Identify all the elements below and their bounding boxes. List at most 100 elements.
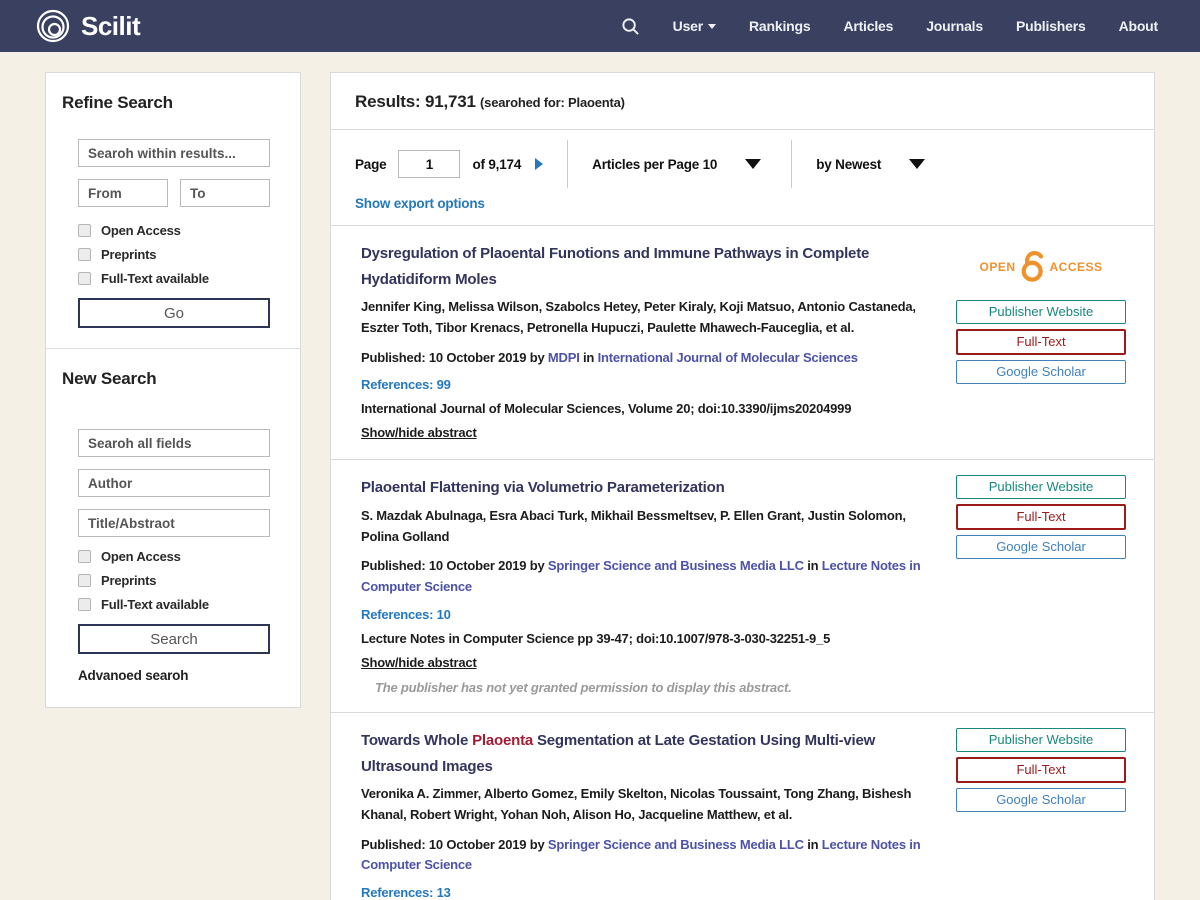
preprints-checkbox[interactable] [78,574,91,587]
refine-open-access-checkbox-row[interactable]: Open Access [78,223,300,238]
brand-name: Scilit [81,11,140,42]
preprints-label: Preprints [101,247,156,262]
publisher-link[interactable]: MDPI [548,350,580,365]
publisher-website-button[interactable]: Publisher Website [956,475,1126,499]
publisher-website-button[interactable]: Publisher Website [956,728,1126,752]
search-term-highlight: Plaoenta [472,732,533,749]
published-prefix: Published: 10 October 2019 by [361,837,548,852]
preprints-checkbox[interactable] [78,248,91,261]
journal-link[interactable]: International Journal of Molecular Scien… [598,350,858,365]
result-item: Plaoental Flattening via Volumetrio Para… [331,460,1154,713]
article-published-line: Published: 10 October 2019 by Springer S… [361,835,936,877]
nav-journals[interactable]: Journals [926,18,983,34]
page: Scilit User Rankings Articles Journals P… [0,0,1200,900]
title-text: Dysregulation of Plaoental Funotions and… [361,245,869,288]
year-from-input[interactable] [78,179,168,207]
nav-user[interactable]: User [673,18,716,34]
go-button[interactable]: Go [78,298,270,328]
author-input[interactable] [78,469,270,497]
title-text: Towards Whole [361,732,472,749]
article-published-line: Published: 10 October 2019 by Springer S… [361,556,936,598]
publisher-link[interactable]: Springer Science and Business Media LLC [548,837,804,852]
pagination-group: Page of 9,174 [355,140,568,188]
open-access-open-text: OPEN [979,260,1015,274]
open-access-badge: OPEN ACCESS [956,251,1126,283]
article-published-line: Published: 10 October 2019 by MDPI in In… [361,348,936,369]
search-within-results-input[interactable] [78,139,270,167]
publisher-website-button[interactable]: Publisher Website [956,300,1126,324]
fulltext-available-checkbox[interactable] [78,272,91,285]
per-page-dropdown-icon[interactable] [745,159,761,169]
fulltext-available-label: Full-Text available [101,597,209,612]
nav-about[interactable]: About [1119,18,1158,34]
nav-articles[interactable]: Articles [843,18,893,34]
open-lock-icon [1019,251,1047,283]
advanced-search-link[interactable]: Advanoed searoh [78,668,270,683]
search-sidebar: Refine Search Open Access Preprints [45,72,301,708]
abstract-permission-note: The publisher has not yet granted permis… [375,680,936,695]
article-title[interactable]: Dysregulation of Plaoental Funotions and… [361,241,936,292]
scilit-logo[interactable]: Scilit [34,7,140,45]
result-item: Dysregulation of Plaoental Funotions and… [331,226,1154,460]
fulltext-available-label: Full-Text available [101,271,209,286]
search-icon[interactable] [621,17,640,36]
show-hide-abstract-toggle[interactable]: Show/hide abstract [361,655,477,670]
references-link[interactable]: References: 10 [361,607,936,622]
refine-preprints-checkbox-row[interactable]: Preprints [78,247,300,262]
refine-search-section: Refine Search Open Access Preprints [46,93,300,349]
sidebar-divider [46,348,300,349]
full-text-button[interactable]: Full-Text [956,757,1126,783]
next-page-icon[interactable] [535,158,543,170]
nav-user-label: User [673,18,703,34]
published-prefix: Published: 10 October 2019 by [361,558,548,573]
nav-publishers[interactable]: Publishers [1016,18,1086,34]
in-word: in [804,837,822,852]
full-text-button[interactable]: Full-Text [956,329,1126,355]
sort-dropdown-icon[interactable] [909,159,925,169]
open-access-label: Open Access [101,549,181,564]
new-open-access-checkbox-row[interactable]: Open Access [78,549,300,564]
full-text-button[interactable]: Full-Text [956,504,1126,530]
new-preprints-checkbox-row[interactable]: Preprints [78,573,300,588]
result-item: Towards Whole Plaoenta Segmentation at L… [331,713,1154,900]
article-title[interactable]: Towards Whole Plaoenta Segmentation at L… [361,728,936,779]
article-authors: S. Mazdak Abulnaga, Esra Abaci Turk, Mik… [361,506,936,548]
article-title[interactable]: Plaoental Flattening via Volumetrio Para… [361,475,936,501]
title-abstract-input[interactable] [78,509,270,537]
article-citation: International Journal of Molecular Scien… [361,401,936,416]
year-to-input[interactable] [180,179,270,207]
fulltext-available-checkbox[interactable] [78,598,91,611]
per-page-label: Articles per Page 10 [592,157,717,172]
search-all-fields-input[interactable] [78,429,270,457]
show-export-options-link[interactable]: Show export options [355,196,485,211]
new-search-title: New Search [62,369,284,389]
results-panel: Results: 91,731 (searohed for: Plaoenta)… [330,72,1155,900]
top-navbar: Scilit User Rankings Articles Journals P… [0,0,1200,52]
open-access-checkbox[interactable] [78,550,91,563]
google-scholar-button[interactable]: Google Scholar [956,360,1126,384]
article-citation: Lecture Notes in Computer Science pp 39-… [361,631,936,646]
nav-rankings[interactable]: Rankings [749,18,810,34]
main-nav: User Rankings Articles Journals Publishe… [621,17,1158,36]
references-link[interactable]: References: 99 [361,377,936,392]
sort-group[interactable]: by Newest [792,140,925,188]
in-word: in [804,558,822,573]
page-number-input[interactable] [398,150,460,178]
publisher-link[interactable]: Springer Science and Business Media LLC [548,558,804,573]
sort-label: by Newest [816,157,881,172]
references-link[interactable]: References: 13 [361,885,936,900]
page-total-label: of 9,174 [472,157,521,172]
in-word: in [580,350,598,365]
show-hide-abstract-toggle[interactable]: Show/hide abstract [361,425,477,440]
open-access-checkbox[interactable] [78,224,91,237]
search-button[interactable]: Search [78,624,270,654]
google-scholar-button[interactable]: Google Scholar [956,535,1126,559]
refine-fulltext-checkbox-row[interactable]: Full-Text available [78,271,300,286]
article-authors: Jennifer King, Melissa Wilson, Szabolcs … [361,297,936,339]
refine-search-title: Refine Search [62,93,284,113]
per-page-group[interactable]: Articles per Page 10 [568,140,792,188]
chevron-down-icon [708,24,716,29]
new-fulltext-checkbox-row[interactable]: Full-Text available [78,597,300,612]
google-scholar-button[interactable]: Google Scholar [956,788,1126,812]
published-prefix: Published: 10 October 2019 by [361,350,548,365]
